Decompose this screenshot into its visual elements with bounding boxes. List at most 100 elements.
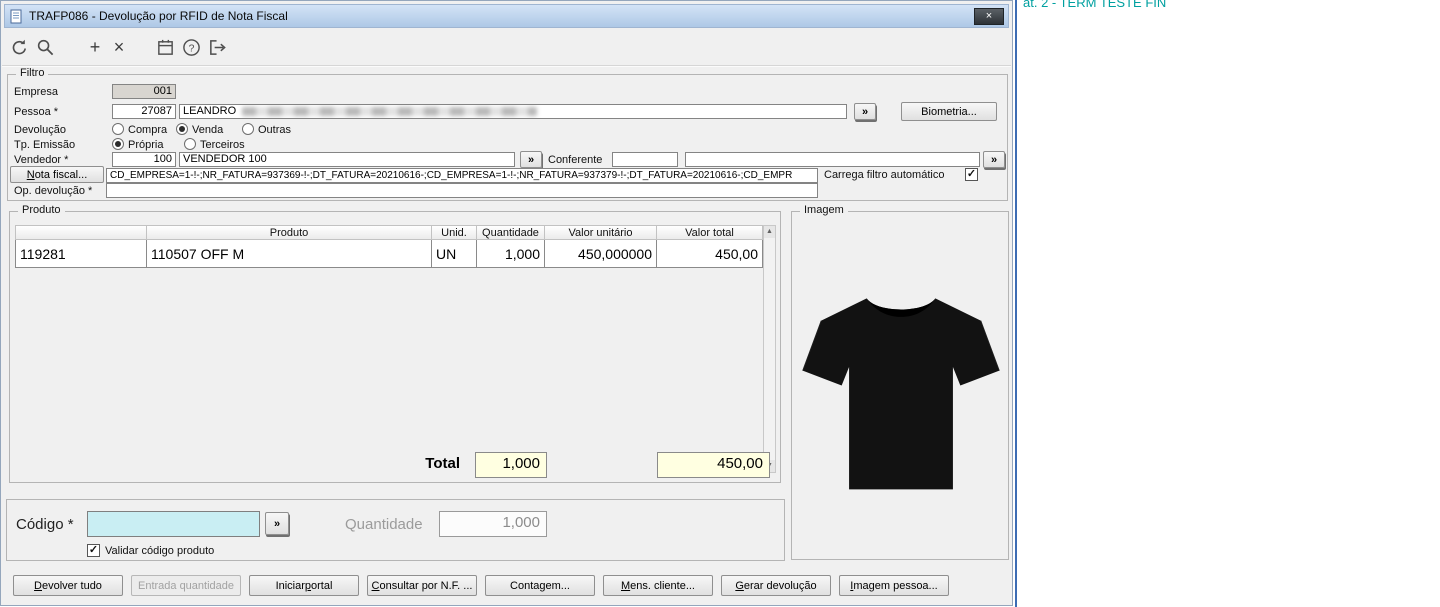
total-label: Total [425,455,460,472]
col-header-produto[interactable]: Produto [147,225,432,240]
col-header-valor-total[interactable]: Valor total [657,225,763,240]
vendedor-name-field[interactable]: VENDEDOR 100 [179,152,515,167]
vendedor-code-field[interactable]: 100 [112,152,176,167]
op-devolucao-field[interactable] [106,183,818,198]
table-row[interactable]: 119281 110507 OFF M UN 1,000 450,000000 … [15,240,763,268]
cell-quantidade: 1,000 [477,240,545,268]
cell-unid: UN [432,240,477,268]
background-window-fragment[interactable]: at. 2 - TERM TESTE FIN [1015,0,1440,607]
scroll-up-icon[interactable]: ▲ [764,226,775,238]
radio-terceiros[interactable] [184,138,196,150]
radio-outras[interactable] [242,123,254,135]
filtro-group: Filtro Empresa 001 Pessoa * 27087 LEANDR… [7,67,1008,201]
toolbar-separator [2,65,1011,67]
add-button[interactable]: + [83,35,107,59]
grid-scrollbar[interactable]: ▲ ▼ [763,225,776,473]
radio-propria[interactable] [112,138,124,150]
carrega-filtro-checkbox[interactable]: ✓ [965,168,978,181]
conferente-name-field[interactable] [685,152,980,167]
col-header-unid[interactable]: Unid. [432,225,477,240]
radio-compra[interactable] [112,123,124,135]
background-window-title: at. 2 - TERM TESTE FIN [1023,0,1167,10]
produto-group: Produto Produto Unid. Quantidade Valor u… [9,204,781,483]
tp-emissao-label: Tp. Emissão [14,139,76,151]
calendar-button[interactable] [153,35,177,59]
page: TRAFP086 - Devolução por RFID de Nota Fi… [0,0,1440,607]
undo-button[interactable] [7,35,31,59]
help-button[interactable]: ? [179,35,203,59]
pessoa-label: Pessoa * [14,106,59,118]
radio-terceiros-label: Terceiros [200,139,245,151]
conferente-lookup-button[interactable]: » [983,151,1005,168]
devolucao-label: Devolução [14,124,66,136]
biometria-button[interactable]: Biometria... [901,102,997,121]
radio-outras-label: Outras [258,124,292,136]
vendedor-label: Vendedor * [14,154,69,166]
main-window: TRAFP086 - Devolução por RFID de Nota Fi… [0,0,1013,606]
total-valor-field: 450,00 [657,452,770,478]
radio-venda-label: Venda [192,124,224,136]
undo-icon [12,39,26,54]
search-button[interactable] [33,35,57,59]
quantidade-field: 1,000 [439,511,547,537]
validar-codigo-label: Validar código produto [105,545,215,557]
radio-compra-label: Compra [128,124,168,136]
search-icon [37,39,53,55]
carrega-filtro-label: Carrega filtro automático [824,169,945,181]
vendedor-lookup-button[interactable]: » [520,151,542,168]
produto-grid: Produto Unid. Quantidade Valor unitário … [15,225,763,268]
exit-icon [209,39,226,55]
redacted-name [242,106,538,116]
produto-group-title: Produto [18,204,65,216]
delete-icon: × [113,37,125,57]
cell-valor-unitario: 450,000000 [545,240,657,268]
cell-produto: 110507 OFF M [147,240,432,268]
codigo-input[interactable] [87,511,260,537]
devolver-tudo-button[interactable]: Devolver tudo [13,575,123,596]
window-document-icon [10,9,22,23]
radio-propria-label: Própria [128,139,164,151]
consultar-nf-button[interactable]: Consultar por N.F. ... [367,575,477,596]
gerar-devolucao-button[interactable]: Gerar devolução [721,575,831,596]
title-bar[interactable]: TRAFP086 - Devolução por RFID de Nota Fi… [4,4,1009,28]
calendar-icon [157,39,173,55]
col-header-quantidade[interactable]: Quantidade [477,225,545,240]
conferente-code-field[interactable] [612,152,678,167]
contagem-button[interactable]: Conta g em... [485,575,595,596]
col-header-valor-unitario[interactable]: Valor unitário [545,225,657,240]
svg-text:?: ? [188,43,194,54]
delete-button[interactable]: × [107,35,131,59]
add-icon: + [89,37,101,57]
iniciar-portal-button[interactable]: Iniciar p ortal [249,575,359,596]
validar-codigo-checkbox[interactable]: ✓ [87,544,100,557]
pessoa-name-field[interactable]: LEANDRO [179,104,847,119]
nota-fiscal-field[interactable]: CD_EMPRESA=1-!-;NR_FATURA=937369-!-;DT_F… [106,168,818,183]
col-header-blank [15,225,147,240]
exit-button[interactable] [205,35,229,59]
mens-cliente-button[interactable]: Mens. cliente... [603,575,713,596]
filtro-group-title: Filtro [16,67,49,79]
pessoa-code-field[interactable]: 27087 [112,104,176,119]
radio-venda[interactable] [176,123,188,135]
empresa-field: 001 [112,84,176,99]
window-title: TRAFP086 - Devolução por RFID de Nota Fi… [29,9,288,23]
imagem-group-title: Imagem [800,204,848,216]
empresa-label: Empresa [14,86,59,98]
pessoa-lookup-button[interactable]: » [854,103,876,120]
nota-fiscal-button[interactable]: Nota fiscal... [10,166,104,183]
cell-codigo: 119281 [15,240,147,268]
codigo-lookup-button[interactable]: » [265,512,289,535]
entrada-quantidade-button: Entrada quantidade [131,575,241,596]
help-icon: ? [182,38,200,56]
tshirt-image [802,298,1000,490]
grid-header: Produto Unid. Quantidade Valor unitário … [15,225,763,240]
conferente-label: Conferente [548,154,603,166]
total-quantidade-field: 1,000 [475,452,547,478]
codigo-panel: Código * » ✓ Validar código produto Quan… [6,499,785,561]
close-button[interactable]: × [974,7,1004,25]
cell-valor-total: 450,00 [657,240,763,268]
quantidade-label: Quantidade [345,516,423,533]
imagem-pessoa-button[interactable]: Imagem pessoa... [839,575,949,596]
imagem-group: Imagem [791,204,1009,560]
pessoa-name-text: LEANDRO [183,105,237,117]
